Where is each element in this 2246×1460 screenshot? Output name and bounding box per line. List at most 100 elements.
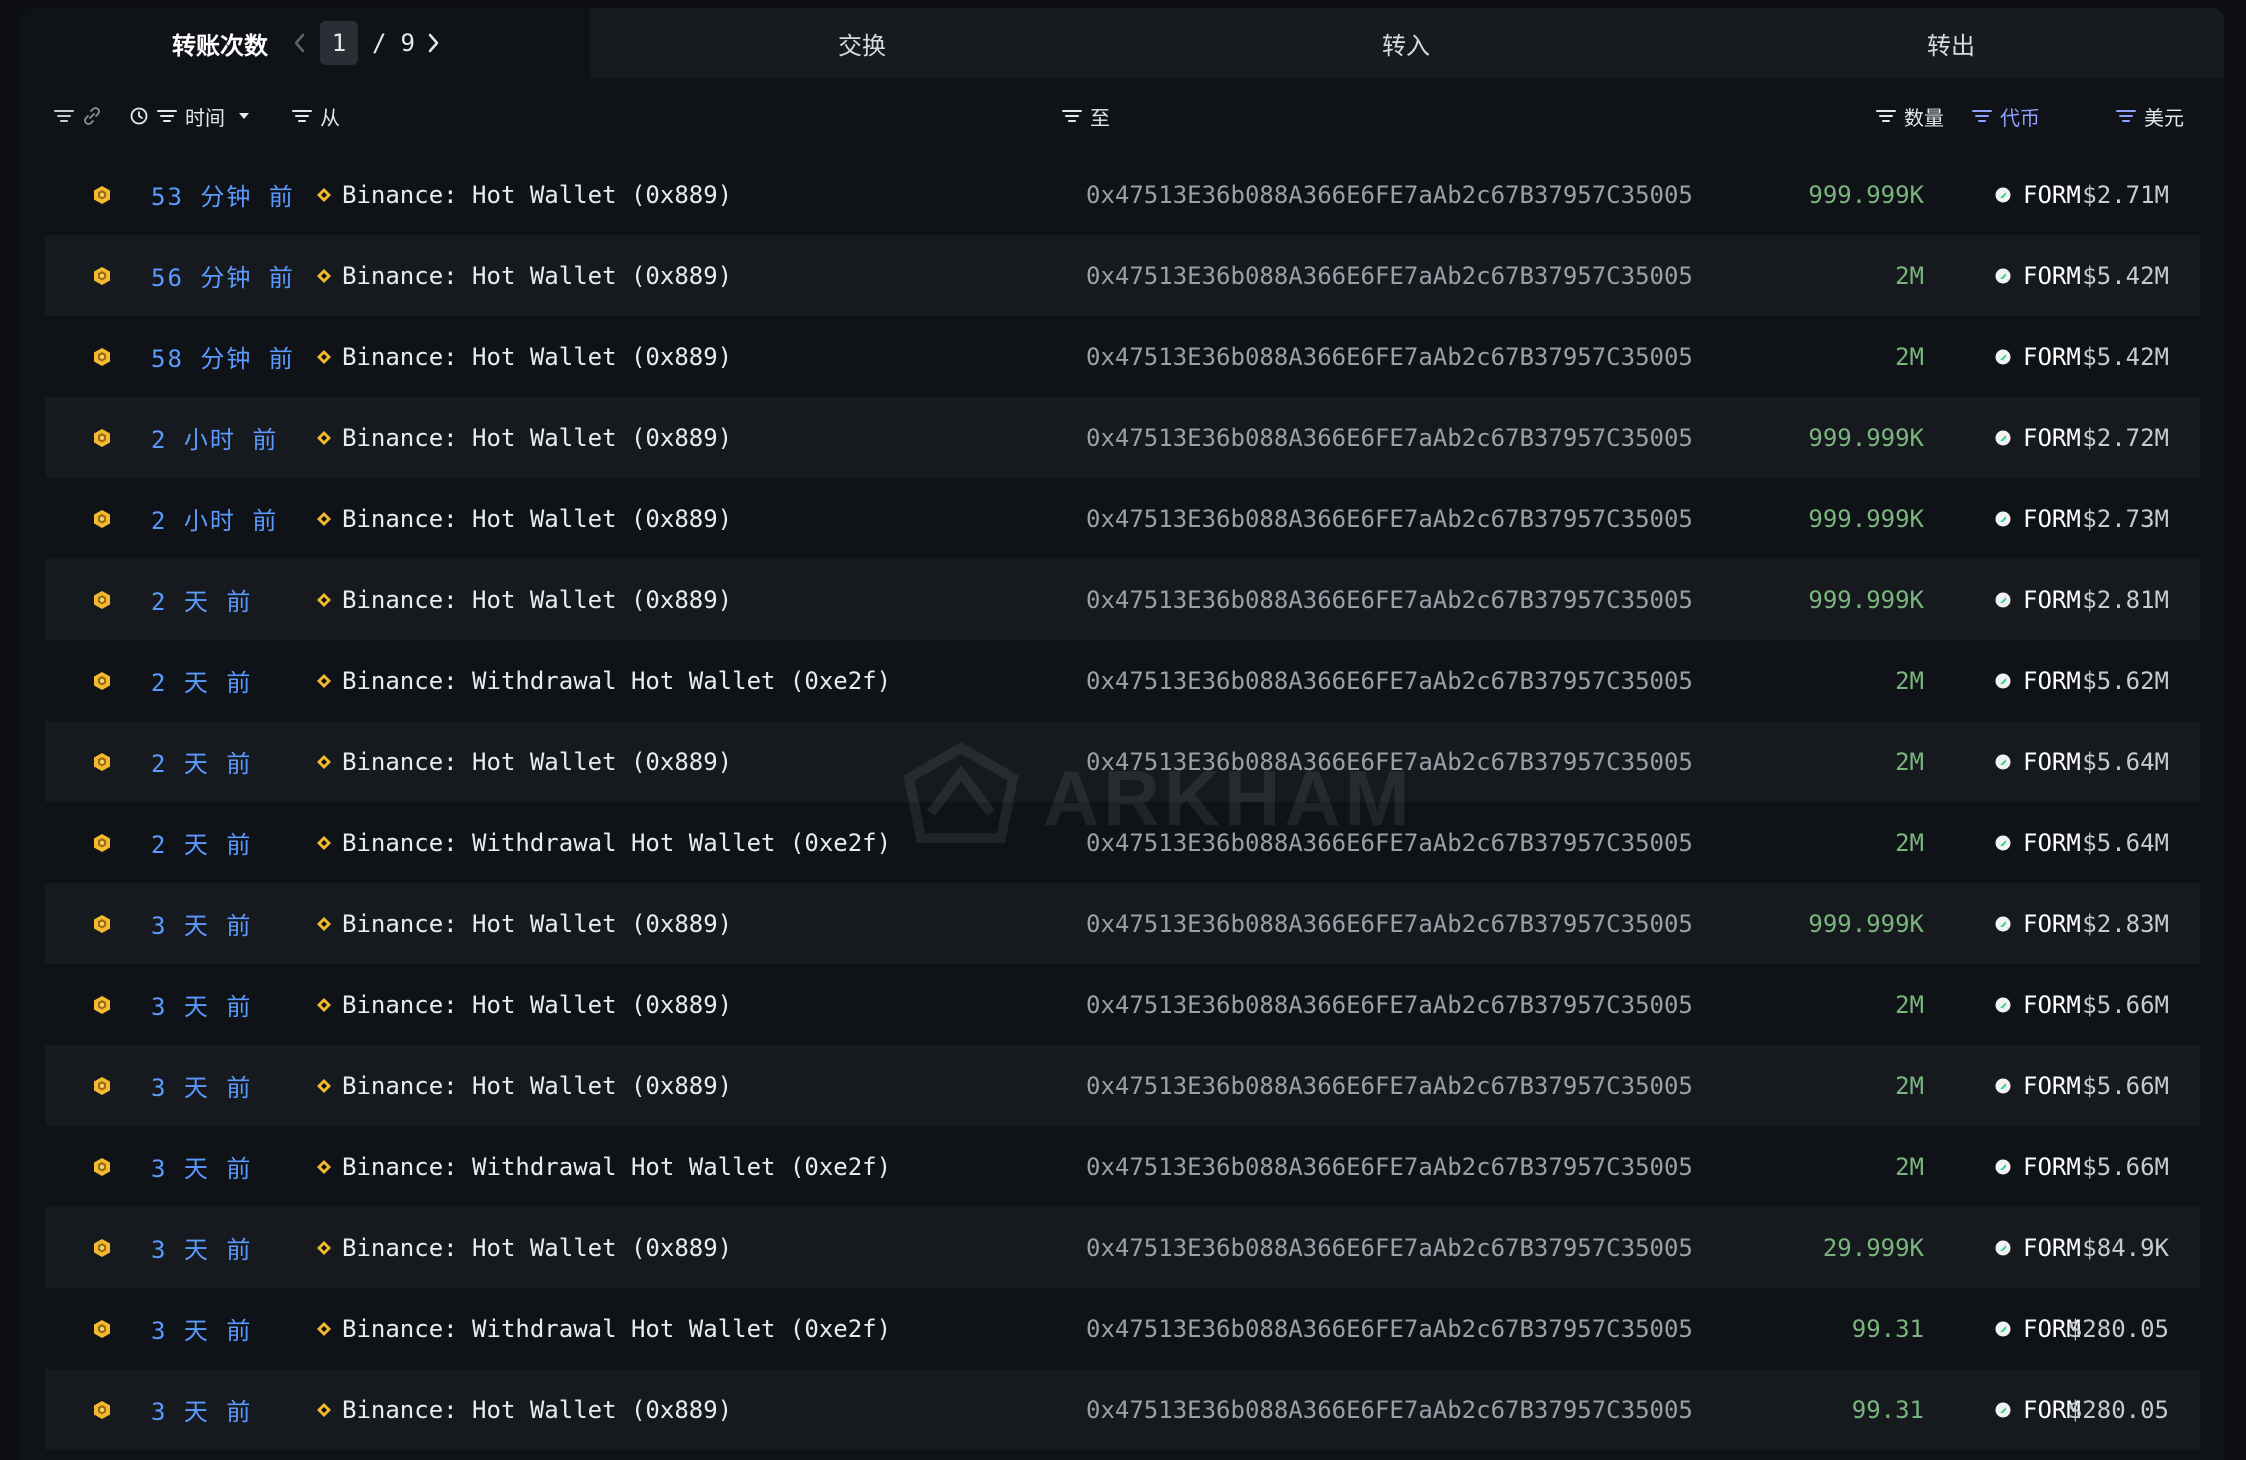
token-cell[interactable]: FORM xyxy=(1995,154,2081,235)
sort-desc-icon[interactable] xyxy=(233,109,255,123)
tab-swap[interactable]: 交换 xyxy=(590,8,1134,78)
table-row[interactable]: 3 天 前 Binance: Withdrawal Hot Wallet (0x… xyxy=(45,1288,2200,1369)
from-entity[interactable]: Binance: Hot Wallet (0x889) xyxy=(316,397,732,478)
token-cell[interactable]: FORM xyxy=(1995,1126,2081,1207)
from-entity[interactable]: Binance: Hot Wallet (0x889) xyxy=(316,316,732,397)
from-entity[interactable]: Binance: Hot Wallet (0x889) xyxy=(316,478,732,559)
token-cell[interactable]: FORM xyxy=(1995,397,2081,478)
to-address[interactable]: 0x47513E36b088A366E6FE7aAb2c67B37957C350… xyxy=(1086,397,1693,478)
time-link[interactable]: 3 天 前 xyxy=(151,964,252,1045)
from-entity[interactable]: Binance: Hot Wallet (0x889) xyxy=(316,964,732,1045)
filter-icon[interactable] xyxy=(1876,109,1896,123)
time-link[interactable]: 3 天 前 xyxy=(151,1126,252,1207)
to-address[interactable]: 0x47513E36b088A366E6FE7aAb2c67B37957C350… xyxy=(1086,1045,1693,1126)
usd-column-header[interactable]: 美元 xyxy=(2116,78,2184,154)
to-address[interactable]: 0x47513E36b088A366E6FE7aAb2c67B37957C350… xyxy=(1086,154,1693,235)
table-row[interactable]: 3 天 前 Binance: Hot Wallet (0x889) 0x4751… xyxy=(45,1369,2200,1450)
from-entity[interactable]: Binance: Hot Wallet (0x889) xyxy=(316,154,732,235)
table-row[interactable]: 2 小时 前 Binance: Hot Wallet (0x889) 0x475… xyxy=(45,478,2200,559)
time-link[interactable]: 58 分钟 前 xyxy=(151,316,295,397)
token-cell[interactable]: FORM xyxy=(1995,721,2081,802)
filter-icon[interactable] xyxy=(1972,109,1992,123)
quantity-column-header[interactable]: 数量 xyxy=(1876,78,1944,154)
to-address[interactable]: 0x47513E36b088A366E6FE7aAb2c67B37957C350… xyxy=(1086,1288,1693,1369)
token-column-header[interactable]: 代币 xyxy=(1972,78,2040,154)
tab-outflow[interactable]: 转出 xyxy=(1678,8,2224,78)
to-address[interactable]: 0x47513E36b088A366E6FE7aAb2c67B37957C350… xyxy=(1086,1369,1693,1450)
from-entity[interactable]: Binance: Hot Wallet (0x889) xyxy=(316,559,732,640)
token-cell[interactable]: FORM xyxy=(1995,559,2081,640)
from-entity[interactable]: Binance: Hot Wallet (0x889) xyxy=(316,721,732,802)
from-column-header[interactable]: 从 xyxy=(292,78,340,154)
to-address[interactable]: 0x47513E36b088A366E6FE7aAb2c67B37957C350… xyxy=(1086,478,1693,559)
token-cell[interactable]: FORM xyxy=(1995,235,2081,316)
table-row[interactable]: 56 分钟 前 Binance: Hot Wallet (0x889) 0x47… xyxy=(45,235,2200,316)
to-address[interactable]: 0x47513E36b088A366E6FE7aAb2c67B37957C350… xyxy=(1086,1207,1693,1288)
time-link[interactable]: 2 小时 前 xyxy=(151,478,278,559)
from-entity[interactable]: Binance: Withdrawal Hot Wallet (0xe2f) xyxy=(316,1126,891,1207)
table-row[interactable]: 3 天 前 Binance: Hot Wallet (0x889) 0x4751… xyxy=(45,883,2200,964)
table-row[interactable]: 2 天 前 Binance: Hot Wallet (0x889) 0x4751… xyxy=(45,721,2200,802)
filter-icon[interactable] xyxy=(1062,109,1082,123)
token-cell[interactable]: FORM xyxy=(1995,964,2081,1045)
to-address[interactable]: 0x47513E36b088A366E6FE7aAb2c67B37957C350… xyxy=(1086,559,1693,640)
to-address[interactable]: 0x47513E36b088A366E6FE7aAb2c67B37957C350… xyxy=(1086,721,1693,802)
time-link[interactable]: 2 天 前 xyxy=(151,721,252,802)
from-entity[interactable]: Binance: Withdrawal Hot Wallet (0xe2f) xyxy=(316,640,891,721)
from-entity[interactable]: Binance: Hot Wallet (0x889) xyxy=(316,235,732,316)
link-icon[interactable] xyxy=(82,106,102,126)
table-row[interactable]: 2 小时 前 Binance: Hot Wallet (0x889) 0x475… xyxy=(45,397,2200,478)
filter-icon[interactable] xyxy=(2116,109,2136,123)
time-link[interactable]: 56 分钟 前 xyxy=(151,235,295,316)
from-entity[interactable]: Binance: Hot Wallet (0x889) xyxy=(316,1369,732,1450)
filter-icon[interactable] xyxy=(157,109,177,123)
from-entity[interactable]: Binance: Withdrawal Hot Wallet (0xe2f) xyxy=(316,802,891,883)
table-row[interactable]: 2 天 前 Binance: Hot Wallet (0x889) 0x4751… xyxy=(45,559,2200,640)
to-address[interactable]: 0x47513E36b088A366E6FE7aAb2c67B37957C350… xyxy=(1086,1126,1693,1207)
tab-transfers[interactable]: 转账次数 1 / 9 xyxy=(21,8,590,78)
tab-inflow[interactable]: 转入 xyxy=(1134,8,1678,78)
time-link[interactable]: 2 天 前 xyxy=(151,802,252,883)
page-number-input[interactable]: 1 xyxy=(320,21,358,65)
time-link[interactable]: 3 天 前 xyxy=(151,1369,252,1450)
from-entity[interactable]: Binance: Hot Wallet (0x889) xyxy=(316,1045,732,1126)
token-cell[interactable]: FORM xyxy=(1995,883,2081,964)
table-row[interactable]: 3 天 前 Binance: Hot Wallet (0x889) 0x4751… xyxy=(45,964,2200,1045)
time-link[interactable]: 2 天 前 xyxy=(151,640,252,721)
table-row[interactable]: 58 分钟 前 Binance: Hot Wallet (0x889) 0x47… xyxy=(45,316,2200,397)
to-address[interactable]: 0x47513E36b088A366E6FE7aAb2c67B37957C350… xyxy=(1086,640,1693,721)
to-address[interactable]: 0x47513E36b088A366E6FE7aAb2c67B37957C350… xyxy=(1086,883,1693,964)
token-cell[interactable]: FORM xyxy=(1995,478,2081,559)
token-cell[interactable]: FORM xyxy=(1995,1207,2081,1288)
chain-column-header[interactable] xyxy=(54,78,102,154)
token-cell[interactable]: FORM xyxy=(1995,640,2081,721)
table-row[interactable]: 3 天 前 Binance: Hot Wallet (0x889) 0x4751… xyxy=(45,1207,2200,1288)
time-link[interactable]: 3 天 前 xyxy=(151,1288,252,1369)
chevron-right-icon[interactable] xyxy=(427,32,441,54)
time-link[interactable]: 3 天 前 xyxy=(151,1045,252,1126)
table-row[interactable]: 3 天 前 Binance: Withdrawal Hot Wallet (0x… xyxy=(45,1126,2200,1207)
from-entity[interactable]: Binance: Hot Wallet (0x889) xyxy=(316,883,732,964)
time-link[interactable]: 2 天 前 xyxy=(151,559,252,640)
filter-icon[interactable] xyxy=(292,109,312,123)
from-entity[interactable]: Binance: Hot Wallet (0x889) xyxy=(316,1207,732,1288)
time-link[interactable]: 53 分钟 前 xyxy=(151,154,295,235)
table-row[interactable]: 2 天 前 Binance: Withdrawal Hot Wallet (0x… xyxy=(45,640,2200,721)
time-column-header[interactable]: 时间 xyxy=(129,78,255,154)
time-link[interactable]: 3 天 前 xyxy=(151,1207,252,1288)
to-column-header[interactable]: 至 xyxy=(1062,78,1110,154)
to-address[interactable]: 0x47513E36b088A366E6FE7aAb2c67B37957C350… xyxy=(1086,235,1693,316)
table-row[interactable]: 3 天 前 Binance: Hot Wallet (0x889) 0x4751… xyxy=(45,1045,2200,1126)
table-row[interactable]: 53 分钟 前 Binance: Hot Wallet (0x889) 0x47… xyxy=(45,154,2200,235)
token-cell[interactable]: FORM xyxy=(1995,1045,2081,1126)
chevron-left-icon[interactable] xyxy=(292,32,306,54)
to-address[interactable]: 0x47513E36b088A366E6FE7aAb2c67B37957C350… xyxy=(1086,802,1693,883)
time-link[interactable]: 2 小时 前 xyxy=(151,397,278,478)
table-row[interactable]: 2 天 前 Binance: Withdrawal Hot Wallet (0x… xyxy=(45,802,2200,883)
from-entity[interactable]: Binance: Withdrawal Hot Wallet (0xe2f) xyxy=(316,1288,891,1369)
time-link[interactable]: 3 天 前 xyxy=(151,883,252,964)
filter-icon[interactable] xyxy=(54,109,74,123)
token-cell[interactable]: FORM xyxy=(1995,316,2081,397)
token-cell[interactable]: FORM xyxy=(1995,802,2081,883)
to-address[interactable]: 0x47513E36b088A366E6FE7aAb2c67B37957C350… xyxy=(1086,316,1693,397)
